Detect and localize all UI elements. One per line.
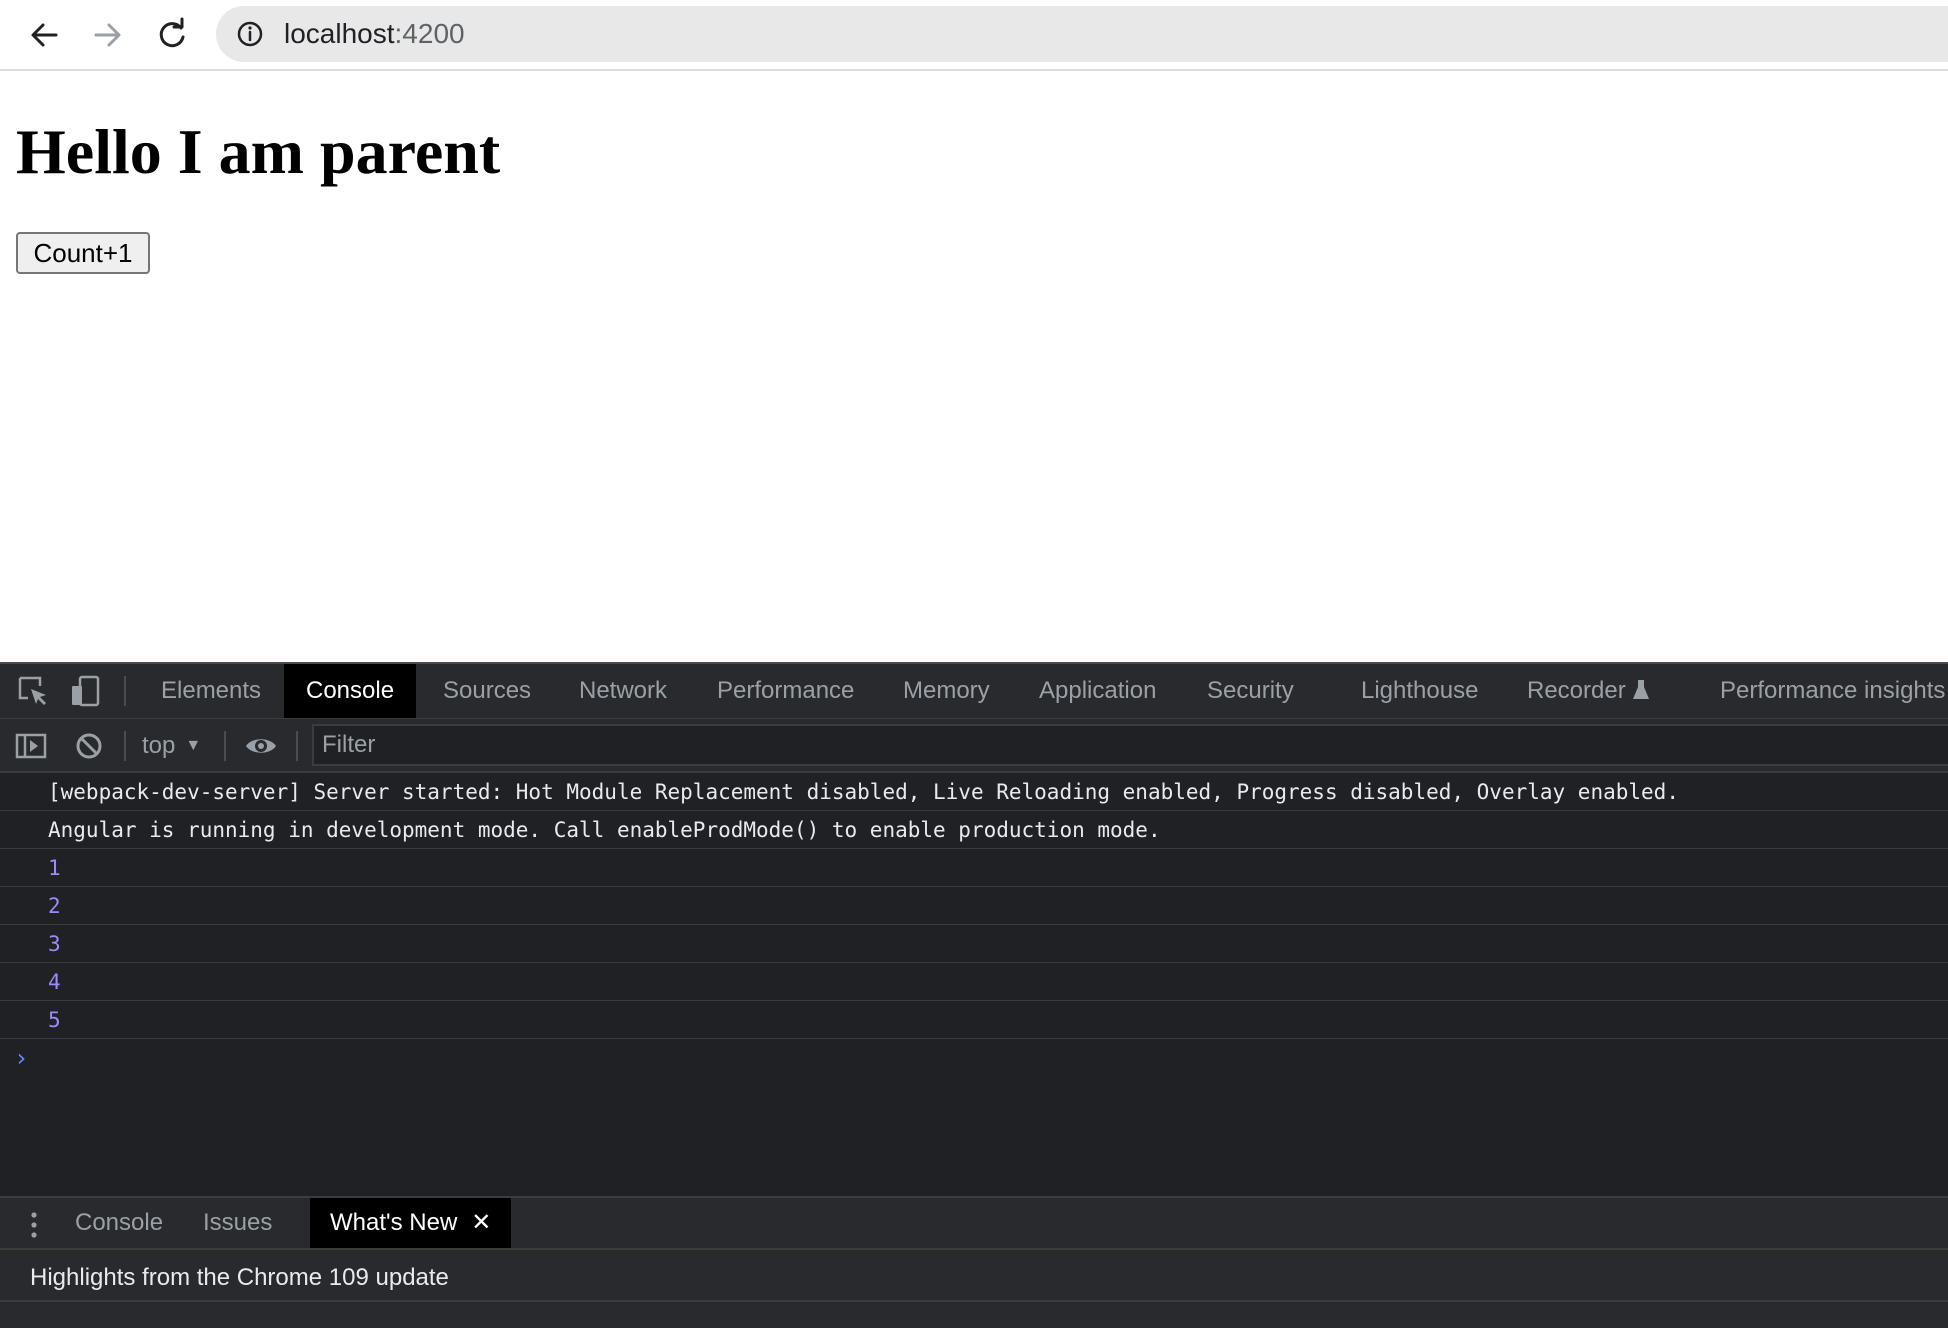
reload-icon: [159, 17, 185, 48]
whats-new-panel: Highlights from the Chrome 109 update: [0, 1250, 1948, 1328]
drawer-tab-issues[interactable]: Issues: [203, 1198, 272, 1248]
console-toolbar: top ▼: [0, 719, 1948, 773]
tab-recorder[interactable]: Recorder: [1527, 664, 1650, 718]
experiment-flask-icon: [1632, 680, 1649, 699]
tab-recorder-label: Recorder: [1527, 677, 1626, 704]
execution-context-select[interactable]: top ▼: [142, 719, 201, 773]
page-heading: Hello I am parent: [16, 116, 501, 187]
arrow-left-icon: [31, 23, 58, 47]
close-icon[interactable]: ✕: [471, 1209, 491, 1236]
tab-console[interactable]: Console: [284, 664, 417, 718]
tab-elements[interactable]: Elements: [161, 664, 261, 718]
console-message: 5: [0, 1001, 1948, 1039]
browser-toolbar: localhost:4200: [0, 0, 1948, 71]
console-message: Angular is running in development mode. …: [0, 811, 1948, 849]
console-message: 3: [0, 925, 1948, 963]
dropdown-triangle-icon: ▼: [185, 737, 202, 754]
devtools-tab-bar: Elements Console Sources Network Perform…: [0, 664, 1948, 719]
devtools-panel: Elements Console Sources Network Perform…: [0, 662, 1948, 1328]
address-bar[interactable]: localhost:4200: [216, 6, 1948, 62]
drawer-tab-whats-new[interactable]: What's New ✕: [310, 1198, 512, 1248]
tab-performance-insights[interactable]: Performance insights: [1720, 664, 1945, 718]
whats-new-highlight[interactable]: Highlights from the Chrome 109 update: [30, 1264, 449, 1292]
forward-button[interactable]: [86, 13, 130, 57]
console-message: 2: [0, 887, 1948, 925]
device-toolbar-icon[interactable]: [68, 674, 102, 708]
toolbar-divider: [224, 731, 226, 761]
url-text[interactable]: localhost:4200: [284, 20, 465, 48]
clear-console-icon[interactable]: [72, 729, 106, 763]
tab-memory[interactable]: Memory: [903, 664, 990, 718]
sidebar-toggle-icon[interactable]: [14, 729, 48, 763]
console-prompt[interactable]: ›: [14, 1044, 28, 1072]
back-button[interactable]: [22, 13, 66, 57]
console-message: 4: [0, 963, 1948, 1001]
url-host: localhost: [284, 18, 395, 49]
reload-button[interactable]: [150, 13, 194, 57]
toolbar-divider: [296, 731, 298, 761]
tab-network[interactable]: Network: [579, 664, 667, 718]
toolbar-divider: [124, 731, 126, 761]
divider: [0, 1300, 1948, 1302]
arrow-right-icon: [94, 23, 121, 47]
tab-security[interactable]: Security: [1207, 664, 1294, 718]
drawer-tab-bar: Console Issues What's New ✕: [0, 1196, 1948, 1250]
tab-application[interactable]: Application: [1039, 664, 1156, 718]
more-options-icon[interactable]: [22, 1210, 46, 1240]
toolbar-divider: [124, 676, 126, 706]
context-value: top: [142, 732, 176, 759]
live-expression-eye-icon[interactable]: [244, 729, 278, 763]
tab-sources[interactable]: Sources: [443, 664, 531, 718]
console-message: 1: [0, 849, 1948, 887]
info-circle-icon[interactable]: [236, 20, 264, 48]
tab-performance[interactable]: Performance: [717, 664, 854, 718]
count-plus-one-button[interactable]: Count+1: [16, 232, 150, 274]
url-port: :4200: [394, 18, 465, 49]
console-message: [webpack-dev-server] Server started: Hot…: [0, 773, 1948, 811]
drawer-tab-whats-new-label: What's New: [330, 1209, 458, 1236]
inspect-element-icon[interactable]: [16, 674, 50, 708]
drawer-tab-console[interactable]: Console: [75, 1198, 163, 1248]
console-filter-input[interactable]: [312, 724, 1948, 766]
console-messages: [webpack-dev-server] Server started: Hot…: [0, 773, 1948, 1039]
tab-lighthouse[interactable]: Lighthouse: [1361, 664, 1478, 718]
